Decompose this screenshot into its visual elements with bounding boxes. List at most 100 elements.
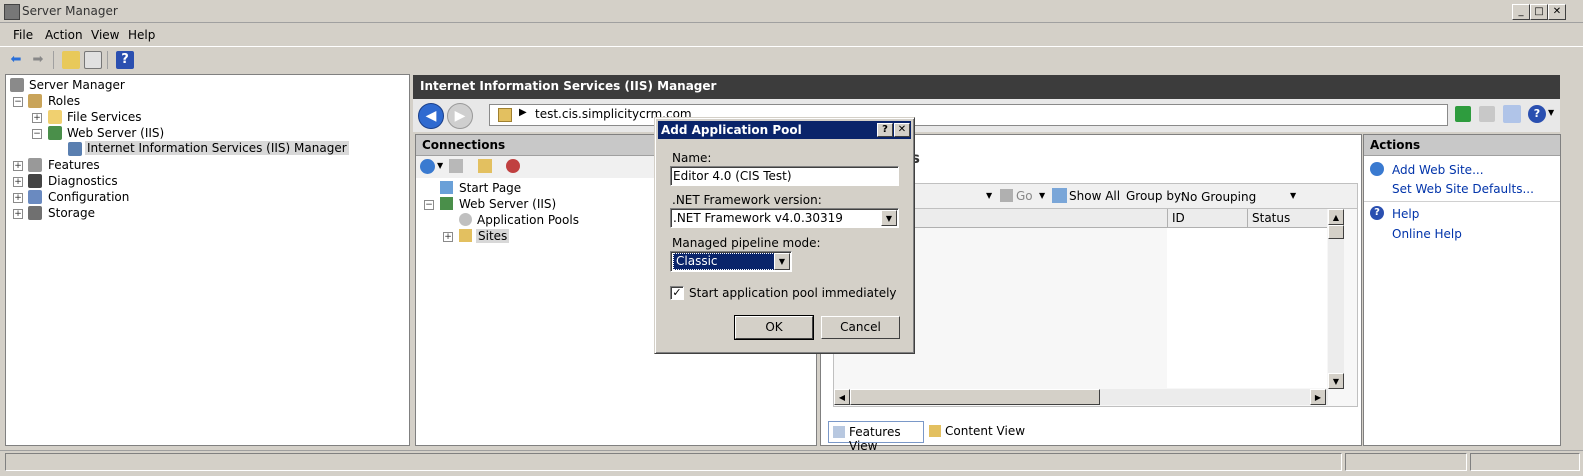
sites-folder-icon: [459, 229, 472, 242]
diagnostics-icon: [28, 174, 42, 188]
scroll-left-icon[interactable]: ◀: [834, 389, 850, 405]
conn-app-pools[interactable]: Application Pools: [477, 213, 579, 227]
window-title-bar: Server Manager _ □ ✕: [0, 0, 1583, 23]
go-button[interactable]: Go: [1016, 189, 1033, 203]
forward-circle-icon[interactable]: ▶: [447, 103, 473, 129]
filter-dropdown-icon[interactable]: ▼: [986, 191, 992, 200]
page-icon: [498, 108, 512, 122]
back-circle-icon[interactable]: ◀: [418, 103, 444, 129]
close-button[interactable]: ✕: [1548, 4, 1566, 20]
file-services-icon: [48, 110, 62, 124]
content-view-tab[interactable]: Content View: [925, 421, 1025, 441]
actions-panel: Actions Add Web Site... Set Web Site Def…: [1363, 134, 1561, 446]
vertical-scrollbar[interactable]: ▲ ▼: [1328, 209, 1344, 389]
show-all-icon: [1052, 188, 1067, 203]
menu-help[interactable]: Help: [128, 28, 155, 42]
collapse-web-server-icon[interactable]: −: [32, 129, 42, 139]
column-status[interactable]: Status: [1252, 211, 1290, 225]
ok-button[interactable]: OK: [735, 316, 813, 339]
dialog-close-button[interactable]: ✕: [894, 123, 910, 137]
set-defaults-link[interactable]: Set Web Site Defaults...: [1392, 182, 1534, 196]
conn-sites[interactable]: Sites: [476, 229, 510, 243]
menu-file[interactable]: File: [13, 28, 33, 42]
tree-web-server[interactable]: Web Server (IIS): [67, 126, 164, 140]
maximize-button[interactable]: □: [1530, 4, 1548, 20]
column-separator: [1167, 209, 1168, 227]
name-input[interactable]: Editor 4.0 (CIS Test): [670, 166, 899, 186]
go-icon[interactable]: [1000, 189, 1013, 202]
show-all-button[interactable]: Show All: [1069, 189, 1120, 203]
help-dropdown-icon[interactable]: ▼: [1548, 108, 1554, 117]
menu-view[interactable]: View: [91, 28, 119, 42]
collapse-roles-icon[interactable]: −: [13, 97, 23, 107]
show-hide-console-icon[interactable]: [84, 51, 102, 69]
status-pane: [5, 453, 1342, 471]
pipeline-select[interactable]: Classic ▼: [670, 251, 792, 272]
framework-select[interactable]: .NET Framework v4.0.30319 ▼: [670, 208, 899, 228]
features-view-tab[interactable]: Features View: [828, 421, 924, 453]
roles-icon: [28, 94, 42, 108]
scroll-right-icon[interactable]: ▶: [1310, 389, 1326, 405]
content-view-icon: [929, 425, 941, 437]
tree-iis-manager[interactable]: Internet Information Services (IIS) Mana…: [85, 141, 349, 155]
expand-sites-icon[interactable]: +: [443, 232, 453, 242]
go-dropdown-icon[interactable]: ▼: [1039, 191, 1045, 200]
scroll-h-thumb[interactable]: [850, 389, 1100, 405]
add-web-site-link[interactable]: Add Web Site...: [1392, 163, 1484, 177]
features-icon: [28, 158, 42, 172]
tree-features[interactable]: Features: [48, 158, 100, 172]
tree-file-services[interactable]: File Services: [67, 110, 142, 124]
tree-server-manager[interactable]: Server Manager: [29, 78, 125, 92]
conn-web-server[interactable]: Web Server (IIS): [459, 197, 556, 211]
tree-storage[interactable]: Storage: [48, 206, 95, 220]
group-by-select[interactable]: No Grouping: [1181, 190, 1256, 204]
menu-action[interactable]: Action: [45, 28, 83, 42]
connect-dropdown-icon[interactable]: ▼: [437, 161, 443, 170]
tree-configuration[interactable]: Configuration: [48, 190, 129, 204]
scroll-down-icon[interactable]: ▼: [1328, 373, 1344, 389]
save-icon[interactable]: [449, 159, 463, 173]
dialog-help-button[interactable]: ?: [877, 123, 893, 137]
back-arrow-icon[interactable]: ⬅: [7, 51, 25, 69]
scroll-up-icon[interactable]: ▲: [1328, 209, 1344, 225]
minimize-button[interactable]: _: [1512, 4, 1530, 20]
home-icon[interactable]: [1503, 105, 1521, 123]
actions-header: Actions: [1364, 135, 1560, 156]
framework-dropdown-icon[interactable]: ▼: [881, 210, 897, 226]
expand-file-services-icon[interactable]: +: [32, 113, 42, 123]
up-folder-icon[interactable]: [62, 51, 80, 69]
refresh-icon[interactable]: [1455, 106, 1471, 122]
online-help-link[interactable]: Online Help: [1392, 227, 1462, 241]
server-manager-icon: [4, 4, 20, 20]
conn-start-page[interactable]: Start Page: [459, 181, 521, 195]
app-pools-icon: [459, 213, 472, 226]
up-level-icon[interactable]: [478, 159, 492, 173]
delete-connection-icon[interactable]: [506, 159, 520, 173]
expand-features-icon[interactable]: +: [13, 161, 23, 171]
help-link[interactable]: Help: [1392, 207, 1419, 221]
group-by-dropdown-icon[interactable]: ▼: [1290, 191, 1296, 200]
start-immediately-checkbox[interactable]: ✓: [670, 286, 684, 300]
pipeline-dropdown-icon[interactable]: ▼: [774, 253, 790, 270]
framework-label: .NET Framework version:: [672, 193, 822, 207]
web-server-icon: [48, 126, 62, 140]
stop-icon[interactable]: [1479, 106, 1495, 122]
help-icon[interactable]: ?: [116, 51, 134, 69]
iis-help-icon[interactable]: ?: [1528, 105, 1546, 123]
expand-storage-icon[interactable]: +: [13, 209, 23, 219]
cancel-button[interactable]: Cancel: [821, 316, 900, 339]
horizontal-scrollbar[interactable]: ◀ ▶: [834, 389, 1328, 405]
tree-diagnostics[interactable]: Diagnostics: [48, 174, 118, 188]
connect-globe-icon[interactable]: [420, 159, 435, 174]
list-body-column: [1167, 228, 1327, 388]
column-id[interactable]: ID: [1172, 211, 1185, 225]
tree-roles[interactable]: Roles: [48, 94, 80, 108]
forward-arrow-icon[interactable]: ➡: [29, 51, 47, 69]
add-app-pool-dialog: Add Application Pool ? ✕ Name: Editor 4.…: [654, 117, 915, 354]
scroll-thumb[interactable]: [1328, 225, 1344, 239]
expand-diagnostics-icon[interactable]: +: [13, 177, 23, 187]
expand-configuration-icon[interactable]: +: [13, 193, 23, 203]
address-bar[interactable]: ▶ test.cis.simplicitycrm.com: [489, 104, 1448, 126]
breadcrumb-arrow-icon[interactable]: ▶: [519, 107, 527, 118]
collapse-conn-web-server-icon[interactable]: −: [424, 200, 434, 210]
